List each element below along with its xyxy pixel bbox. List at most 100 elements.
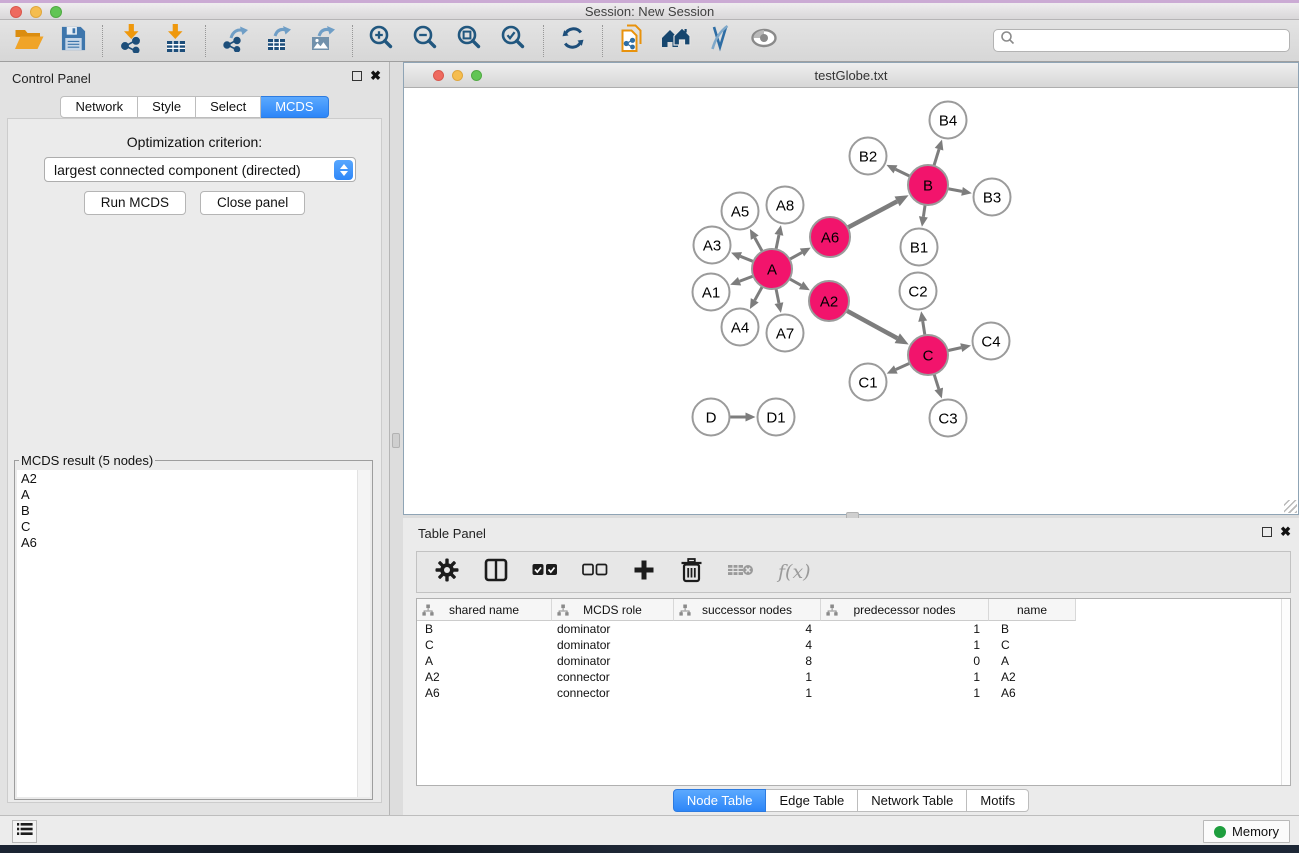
- cell-predecessor-nodes: 1: [821, 685, 989, 701]
- zoom-in-button[interactable]: [365, 24, 399, 58]
- splitter-grip[interactable]: [392, 433, 400, 448]
- graph-node-B1[interactable]: B1: [901, 229, 938, 266]
- table-row[interactable]: A6connector11A6: [417, 685, 1290, 701]
- graph-node-B[interactable]: B: [908, 165, 948, 205]
- network-graph[interactable]: A A1 A2 A3 A4 A5 A6 A7 A8 B B1 B2 B3 B4 C C1 C2 C3 C4 D D1: [404, 88, 1298, 514]
- homes-icon: [661, 25, 691, 56]
- table-tab-node-table[interactable]: Node Table: [673, 789, 767, 812]
- mcds-result-list[interactable]: A2ABCA6: [17, 470, 357, 797]
- delete-table-button[interactable]: [727, 557, 754, 587]
- mcds-result-item[interactable]: A: [17, 487, 357, 503]
- control-tab-mcds[interactable]: MCDS: [261, 96, 328, 118]
- mcds-tab-content: Optimization criterion: largest connecte…: [7, 118, 382, 803]
- apply-layout-button[interactable]: [556, 24, 590, 58]
- cell-shared-name: B: [417, 621, 552, 637]
- close-panel-button[interactable]: Close panel: [200, 191, 305, 215]
- show-hide-graphics-button[interactable]: [747, 24, 781, 58]
- network-view-window: testGlobe.txt A A1 A2 A3 A4 A5 A6 A7 A8 B B1 B2 B3 B4…: [403, 62, 1299, 515]
- graph-node-B2[interactable]: B2: [850, 138, 887, 175]
- import-network-button[interactable]: [115, 24, 149, 58]
- graph-node-D1[interactable]: D1: [758, 399, 795, 436]
- export-table-button[interactable]: [262, 24, 296, 58]
- column-header-shared-name[interactable]: shared name: [417, 599, 552, 621]
- window-resize-grip[interactable]: [1284, 500, 1297, 513]
- graph-node-B3[interactable]: B3: [974, 179, 1011, 216]
- column-header-mcds-role[interactable]: MCDS role: [552, 599, 674, 621]
- float-panel-icon[interactable]: [1262, 527, 1272, 537]
- mcds-result-item[interactable]: B: [17, 503, 357, 519]
- network-canvas[interactable]: A A1 A2 A3 A4 A5 A6 A7 A8 B B1 B2 B3 B4 C C1 C2 C3 C4 D D1: [404, 88, 1298, 514]
- graph-node-A8[interactable]: A8: [767, 187, 804, 224]
- search-input[interactable]: [1016, 30, 1289, 51]
- control-tab-network[interactable]: Network: [60, 96, 138, 118]
- graph-node-D[interactable]: D: [693, 399, 730, 436]
- memory-button[interactable]: Memory: [1203, 820, 1290, 843]
- optimization-criterion-select[interactable]: largest connected component (directed): [44, 157, 356, 182]
- graph-node-A1[interactable]: A1: [693, 274, 730, 311]
- graph-node-C1[interactable]: C1: [850, 364, 887, 401]
- graph-node-A[interactable]: A: [752, 249, 792, 289]
- table-tab-motifs[interactable]: Motifs: [967, 789, 1029, 812]
- graph-node-A4[interactable]: A4: [722, 309, 759, 346]
- graph-node-A3[interactable]: A3: [694, 227, 731, 264]
- task-history-button[interactable]: [12, 820, 37, 843]
- table-tab-network-table[interactable]: Network Table: [858, 789, 967, 812]
- graph-node-A5[interactable]: A5: [722, 193, 759, 230]
- run-mcds-button[interactable]: Run MCDS: [84, 191, 186, 215]
- table-settings-button[interactable]: [434, 557, 460, 587]
- zoom-out-button[interactable]: [409, 24, 443, 58]
- control-tab-select[interactable]: Select: [196, 96, 261, 118]
- table-row[interactable]: Bdominator41B: [417, 621, 1290, 637]
- network-window-titlebar[interactable]: testGlobe.txt: [404, 63, 1298, 88]
- graph-node-A7[interactable]: A7: [767, 315, 804, 352]
- table-tab-edge-table[interactable]: Edge Table: [766, 789, 858, 812]
- create-column-button[interactable]: [632, 557, 656, 587]
- save-session-button[interactable]: [56, 24, 90, 58]
- delete-column-button[interactable]: [680, 557, 703, 587]
- zoom-selected-button[interactable]: [497, 24, 531, 58]
- graphics-details-button[interactable]: [703, 24, 737, 58]
- table-row[interactable]: Cdominator41C: [417, 637, 1290, 653]
- graph-node-C[interactable]: C: [908, 335, 948, 375]
- graph-node-C4[interactable]: C4: [973, 323, 1010, 360]
- checked-boxes-icon: [532, 563, 558, 581]
- close-panel-icon[interactable]: ✖: [1280, 526, 1291, 538]
- home-views-button[interactable]: [659, 24, 693, 58]
- trash-icon: [680, 557, 703, 588]
- export-image-button[interactable]: [306, 24, 340, 58]
- open-session-button[interactable]: [12, 24, 46, 58]
- import-table-button[interactable]: [159, 24, 193, 58]
- search-box[interactable]: [993, 29, 1290, 52]
- column-header-predecessor-nodes[interactable]: predecessor nodes: [821, 599, 989, 621]
- column-header-name[interactable]: name: [989, 599, 1076, 621]
- graph-node-B4[interactable]: B4: [930, 102, 967, 139]
- float-panel-icon[interactable]: [352, 71, 362, 81]
- mcds-result-title: MCDS result (5 nodes): [19, 453, 155, 468]
- mcds-list-scrollbar[interactable]: [357, 470, 370, 797]
- control-tab-style[interactable]: Style: [138, 96, 196, 118]
- vertical-splitter[interactable]: [390, 62, 403, 815]
- table-row[interactable]: A2connector11A2: [417, 669, 1290, 685]
- svg-text:B: B: [923, 177, 933, 194]
- open-network-file-button[interactable]: [615, 24, 649, 58]
- select-all-button[interactable]: [532, 557, 558, 587]
- deselect-all-button[interactable]: [582, 557, 608, 587]
- function-builder-button[interactable]: f(x): [778, 557, 811, 587]
- export-network-button[interactable]: [218, 24, 252, 58]
- table-row[interactable]: Adominator80A: [417, 653, 1290, 669]
- zoom-fit-button[interactable]: [453, 24, 487, 58]
- export-network-icon: [221, 24, 249, 57]
- graph-node-A6[interactable]: A6: [810, 217, 850, 257]
- mcds-result-item[interactable]: A6: [17, 535, 357, 551]
- graph-node-C3[interactable]: C3: [930, 400, 967, 437]
- show-column-button[interactable]: [484, 557, 508, 587]
- graph-node-C2[interactable]: C2: [900, 273, 937, 310]
- network-file-icon: [618, 24, 646, 58]
- column-header-successor-nodes[interactable]: successor nodes: [674, 599, 821, 621]
- svg-text:D: D: [706, 409, 717, 426]
- close-panel-icon[interactable]: ✖: [370, 70, 381, 82]
- mcds-result-item[interactable]: A2: [17, 471, 357, 487]
- graph-node-A2[interactable]: A2: [809, 281, 849, 321]
- mcds-result-item[interactable]: C: [17, 519, 357, 535]
- table-scrollbar[interactable]: [1281, 599, 1290, 785]
